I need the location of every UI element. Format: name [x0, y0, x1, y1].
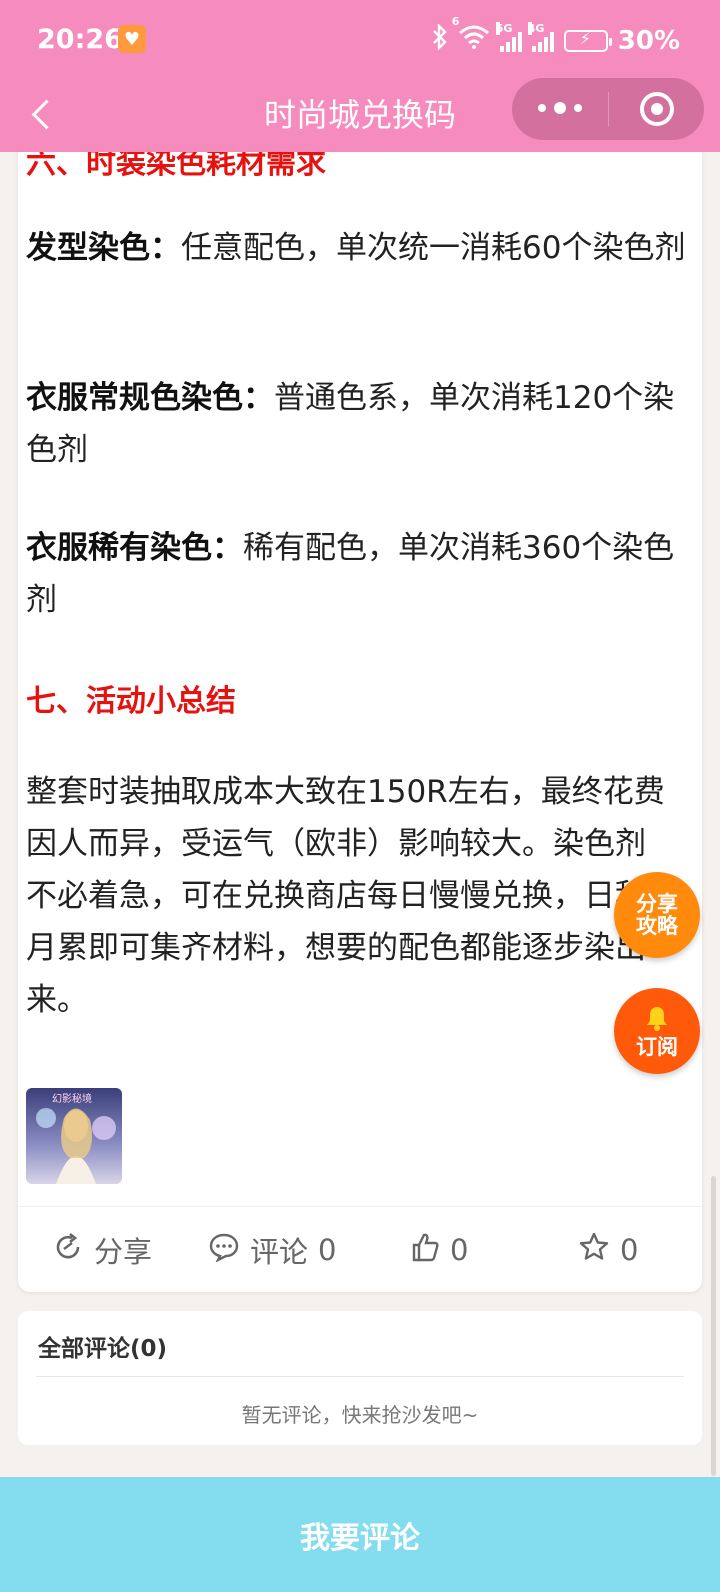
share-label: 分享	[94, 1235, 153, 1269]
dye-row-label: 衣服常规色染色：	[26, 380, 274, 416]
comment-count: 0	[318, 1233, 337, 1267]
comments-empty-text: 暂无评论，快来抢沙发吧~	[241, 1403, 479, 1427]
dye-row-hair: 发型染色：任意配色，单次统一消耗60个染色剂	[26, 222, 686, 274]
article-card: 六、时装染色耗材需求 发型染色：任意配色，单次统一消耗60个染色剂 衣服常规色染…	[18, 120, 702, 1292]
star-count: 0	[620, 1233, 639, 1267]
status-time: 20:26	[37, 24, 123, 55]
comments-divider	[36, 1376, 684, 1377]
signal-5g-label: 5G	[495, 21, 513, 35]
write-comment-button[interactable]: 我要评论	[0, 1477, 720, 1592]
article-action-bar: 分享 评论 0 0 0	[18, 1206, 702, 1292]
section-heading-7: 七、活动小总结	[26, 684, 236, 719]
comment-bubble-icon	[208, 1232, 240, 1269]
mini-program-capsule	[512, 78, 704, 140]
bell-icon	[643, 1004, 671, 1036]
share-guide-line2: 攻略	[636, 914, 678, 938]
signal-5g-icon: 5G	[495, 21, 522, 52]
status-bar: 20:26 ♥ 6 5G 4G ⚡ 30%	[0, 0, 720, 80]
share-refresh-icon	[52, 1231, 84, 1270]
article-thumbnail-image[interactable]: 幻影秘境	[26, 1088, 122, 1184]
more-options-icon[interactable]	[512, 102, 608, 114]
thumbs-up-icon	[410, 1231, 440, 1270]
signal-4g-icon: 4G	[527, 21, 554, 52]
share-guide-line1: 分享	[636, 892, 678, 916]
comments-section: 全部评论(0) 暂无评论，快来抢沙发吧~	[18, 1311, 702, 1445]
heart-app-icon: ♥	[118, 25, 146, 53]
wifi-generation: 6	[451, 15, 460, 28]
status-icons: 6 5G 4G ⚡ 30%	[432, 15, 680, 57]
top-bar: 20:26 ♥ 6 5G 4G ⚡ 30% 时尚城兑换码	[0, 0, 720, 152]
close-circle-icon[interactable]	[609, 92, 704, 126]
favorite-action[interactable]: 0	[578, 1207, 638, 1292]
like-count: 0	[450, 1233, 469, 1267]
battery-percent: 30%	[617, 25, 680, 56]
dye-row-label: 发型染色：	[26, 230, 181, 266]
thumbnail-caption: 幻影秘境	[52, 1094, 92, 1105]
summary-paragraph: 整套时装抽取成本大致在150R左右，最终花费因人而异，受运气（欧非）影响较大。染…	[26, 774, 665, 1018]
signal-4g-label: 4G	[527, 21, 545, 35]
like-action[interactable]: 0	[410, 1207, 468, 1292]
share-guide-button[interactable]: 分享 攻略	[614, 872, 700, 958]
nav-bar: 时尚城兑换码	[0, 78, 720, 152]
subscribe-button[interactable]: 订阅	[614, 988, 700, 1074]
bluetooth-icon	[432, 23, 448, 57]
scrollbar[interactable]	[711, 1176, 716, 1476]
comment-label: 评论	[250, 1235, 309, 1269]
star-icon	[578, 1231, 610, 1270]
comment-action[interactable]: 评论 0	[208, 1207, 336, 1292]
comments-title: 全部评论(0)	[38, 1336, 168, 1362]
battery-icon: ⚡	[563, 29, 612, 52]
dye-row-text: 任意配色，单次统一消耗60个染色剂	[181, 230, 686, 266]
wifi-icon: 6	[452, 15, 490, 56]
dye-row-clothes-rare: 衣服稀有染色：稀有配色，单次消耗360个染色剂	[26, 522, 686, 626]
share-action[interactable]: 分享	[52, 1207, 152, 1292]
subscribe-label: 订阅	[636, 1035, 678, 1059]
dye-row-clothes-normal: 衣服常规色染色：普通色系，单次消耗120个染色剂	[26, 372, 686, 476]
dye-row-label: 衣服稀有染色：	[26, 530, 243, 566]
